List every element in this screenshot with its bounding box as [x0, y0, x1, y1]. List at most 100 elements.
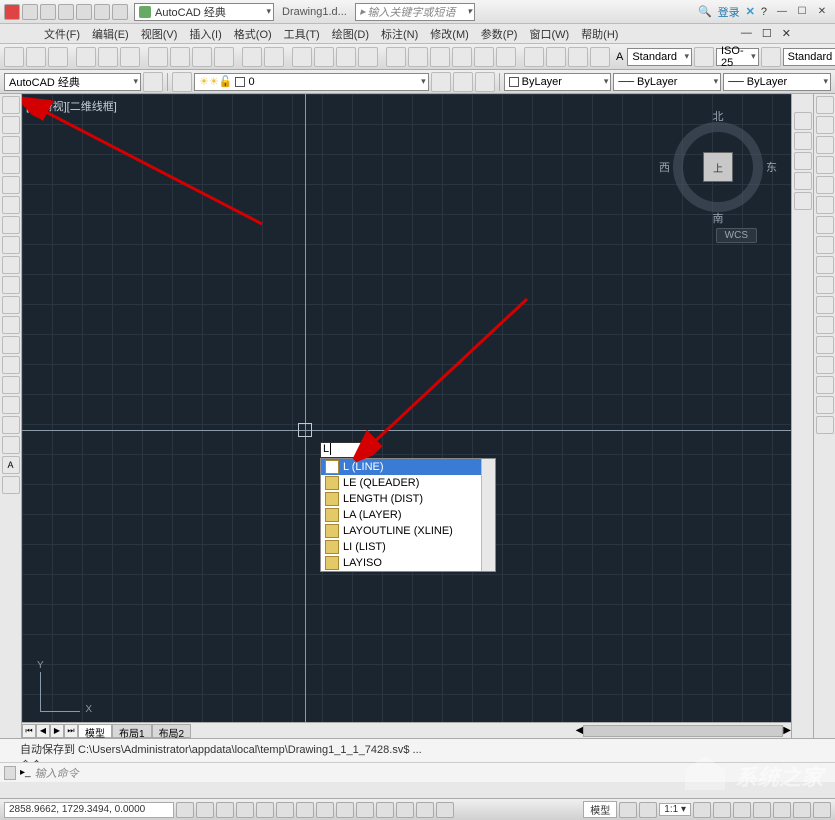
tab-layout2[interactable]: 布局2: [152, 724, 192, 738]
workspace-combo[interactable]: AutoCAD 经典: [134, 3, 274, 21]
blend-tool[interactable]: [816, 396, 834, 414]
menu-format[interactable]: 格式(O): [230, 26, 276, 42]
search-icon[interactable]: 🔍: [698, 5, 712, 18]
erase-tool[interactable]: [816, 96, 834, 114]
circle-tool[interactable]: [2, 216, 20, 234]
workspace-combo2[interactable]: AutoCAD 经典: [4, 73, 141, 91]
pan-nav-icon[interactable]: [794, 132, 812, 150]
undo-icon[interactable]: [242, 47, 262, 67]
hscroll-left[interactable]: ◀: [576, 725, 584, 736]
drawing-canvas[interactable]: [−][俯视][二维线框] 上 北 南 西 东 WCS L L (LINE) L…: [22, 94, 791, 738]
hscroll-right[interactable]: ▶: [783, 725, 791, 736]
properties-icon[interactable]: [386, 47, 406, 67]
open-icon[interactable]: [26, 47, 46, 67]
coords-readout[interactable]: 2858.9662, 1729.3494, 0.0000: [4, 802, 174, 818]
menu-insert[interactable]: 插入(I): [185, 26, 225, 42]
sheetset-icon[interactable]: [452, 47, 472, 67]
tab-first[interactable]: ⏮: [22, 724, 36, 738]
showmotion-icon[interactable]: [794, 192, 812, 210]
app-menu-button[interactable]: [4, 4, 20, 20]
save-button[interactable]: [58, 4, 74, 20]
quickview-drawings[interactable]: [639, 802, 657, 818]
revcloud-tool[interactable]: [2, 236, 20, 254]
open-button[interactable]: [40, 4, 56, 20]
close-button[interactable]: ✕: [813, 5, 831, 19]
save-icon[interactable]: [48, 47, 68, 67]
new-icon[interactable]: [4, 47, 24, 67]
gradient-tool[interactable]: [2, 396, 20, 414]
designcenter-icon[interactable]: [408, 47, 428, 67]
hardware-accel[interactable]: [773, 802, 791, 818]
tool3-icon[interactable]: [568, 47, 588, 67]
menu-parametric[interactable]: 参数(P): [477, 26, 522, 42]
trim-tool[interactable]: [816, 276, 834, 294]
command-toggle[interactable]: [4, 766, 16, 780]
xline-tool[interactable]: [2, 116, 20, 134]
tool1-icon[interactable]: [524, 47, 544, 67]
polar-toggle[interactable]: [236, 802, 254, 818]
dimstyle-combo[interactable]: ISO-25: [716, 48, 759, 66]
minimize-button[interactable]: —: [773, 5, 791, 19]
toolpalettes-icon[interactable]: [430, 47, 450, 67]
scale-tool[interactable]: [816, 236, 834, 254]
layer-combo[interactable]: ☀☀🔓 0: [194, 73, 429, 91]
markup-icon[interactable]: [474, 47, 494, 67]
tab-prev[interactable]: ◀: [36, 724, 50, 738]
plot-button[interactable]: [76, 4, 92, 20]
annoscale-add[interactable]: [713, 802, 731, 818]
tpy-toggle[interactable]: [376, 802, 394, 818]
tab-model[interactable]: 模型: [78, 724, 112, 738]
textstyle-combo[interactable]: Standard: [627, 48, 692, 66]
layer-state-icon[interactable]: [431, 72, 451, 92]
ellipsearc-tool[interactable]: [2, 296, 20, 314]
explode-tool[interactable]: [816, 416, 834, 434]
copy-icon[interactable]: [170, 47, 190, 67]
pan-icon[interactable]: [292, 47, 312, 67]
menu-window[interactable]: 窗口(W): [525, 26, 573, 42]
menu-edit[interactable]: 编辑(E): [88, 26, 133, 42]
array-tool[interactable]: [816, 176, 834, 194]
offset-tool[interactable]: [816, 156, 834, 174]
insert-tool[interactable]: [2, 316, 20, 334]
annoscale-label[interactable]: 1:1 ▾: [659, 803, 691, 816]
print-icon[interactable]: [76, 47, 96, 67]
ducs-toggle[interactable]: [316, 802, 334, 818]
break-tool[interactable]: [816, 316, 834, 334]
dim-icon[interactable]: [694, 47, 714, 67]
tool2-icon[interactable]: [546, 47, 566, 67]
isolate-obj[interactable]: [793, 802, 811, 818]
preview-icon[interactable]: [98, 47, 118, 67]
snap-toggle[interactable]: [176, 802, 194, 818]
line-tool[interactable]: [2, 96, 20, 114]
menu-view[interactable]: 视图(V): [137, 26, 182, 42]
lineweight-combo[interactable]: ──ByLayer: [723, 73, 831, 91]
ellipse-tool[interactable]: [2, 276, 20, 294]
publish-icon[interactable]: [120, 47, 140, 67]
menu-help[interactable]: 帮助(H): [577, 26, 622, 42]
layer-prev-icon[interactable]: [475, 72, 495, 92]
block-tool[interactable]: [2, 336, 20, 354]
clean-screen[interactable]: [813, 802, 831, 818]
pline-tool[interactable]: [2, 136, 20, 154]
zoom-prev-icon[interactable]: [358, 47, 378, 67]
tab-last[interactable]: ⏭: [64, 724, 78, 738]
3dosnap-toggle[interactable]: [276, 802, 294, 818]
layer-props-icon[interactable]: [172, 72, 192, 92]
region-tool[interactable]: [2, 416, 20, 434]
model-space-label[interactable]: 模型: [583, 801, 617, 818]
stretch-tool[interactable]: [816, 256, 834, 274]
copy-tool[interactable]: [816, 116, 834, 134]
otrack-toggle[interactable]: [296, 802, 314, 818]
osnap-toggle[interactable]: [256, 802, 274, 818]
arc-tool[interactable]: [2, 196, 20, 214]
login-link[interactable]: 登录: [718, 4, 740, 20]
sc-toggle[interactable]: [416, 802, 434, 818]
menu-draw[interactable]: 绘图(D): [328, 26, 373, 42]
menu-tools[interactable]: 工具(T): [280, 26, 324, 42]
exchange-icon[interactable]: ✕: [746, 5, 755, 18]
mirror-tool[interactable]: [816, 136, 834, 154]
linetype-combo[interactable]: ──ByLayer: [613, 73, 721, 91]
toolbar-lock[interactable]: [753, 802, 771, 818]
hatch-tool[interactable]: [2, 376, 20, 394]
command-input[interactable]: 输入命令: [35, 765, 79, 781]
